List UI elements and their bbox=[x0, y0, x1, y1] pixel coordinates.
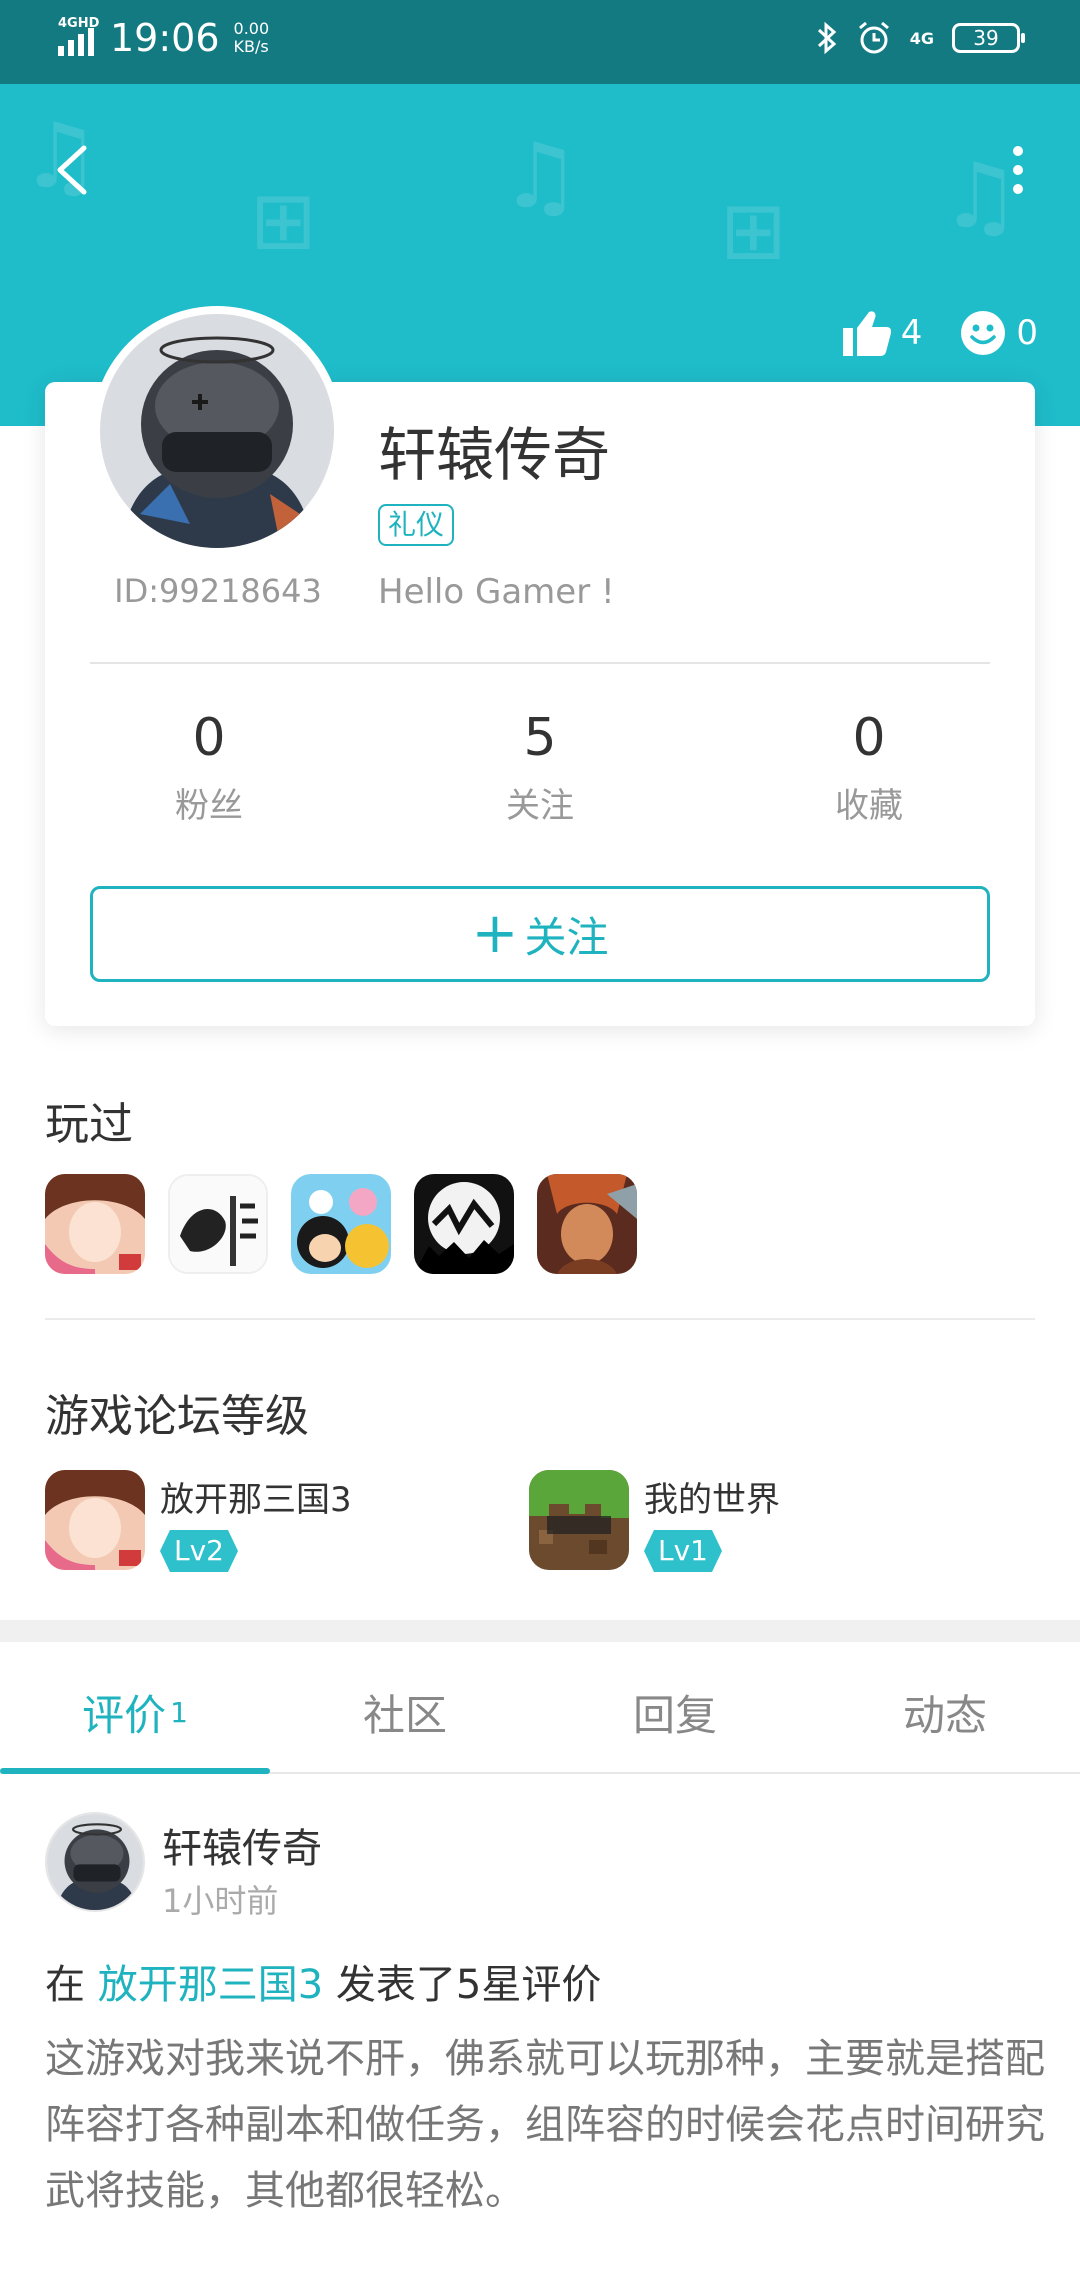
post-suffix: 发表了5星评价 bbox=[335, 1962, 602, 2008]
game-icon-warrior[interactable] bbox=[537, 1174, 637, 1274]
more-menu-button[interactable] bbox=[996, 140, 1040, 200]
stat-value: 0 bbox=[192, 708, 226, 768]
thumbs-up-icon bbox=[842, 311, 891, 356]
forum-game-icon-fangkai[interactable] bbox=[45, 1470, 145, 1570]
tab-reviews[interactable]: 评价 1 bbox=[0, 1682, 270, 1743]
tab-activity[interactable]: 动态 bbox=[810, 1682, 1080, 1743]
section-separator bbox=[0, 1620, 1080, 1642]
tab-label: 社区 bbox=[362, 1691, 447, 1740]
stat-label: 收藏 bbox=[835, 786, 903, 826]
forum-levels-title: 游戏论坛等级 bbox=[45, 1391, 309, 1442]
plus-icon: + bbox=[471, 901, 519, 966]
post-summary: 在 放开那三国3 发表了5星评价 bbox=[45, 1952, 601, 2010]
tab-community[interactable]: 社区 bbox=[270, 1682, 540, 1743]
smiley-icon bbox=[961, 311, 1006, 355]
stat-label: 关注 bbox=[506, 786, 574, 826]
post-body[interactable]: 这游戏对我来说不肝，佛系就可以玩那种，主要就是搭配阵容打各种副本和做任务，组阵容… bbox=[45, 2026, 1045, 2224]
tab-label: 评价 bbox=[82, 1691, 167, 1740]
game-icon-tsum[interactable] bbox=[291, 1174, 391, 1274]
stat-label: 粉丝 bbox=[175, 786, 243, 826]
clock: 19:06 bbox=[110, 16, 220, 60]
speed-unit: KB/s bbox=[233, 37, 269, 56]
tab-bar: 评价 1 社区 回复 动态 bbox=[0, 1642, 1080, 1774]
user-id: ID:99218643 bbox=[114, 572, 322, 610]
network-type: 4G bbox=[909, 28, 934, 48]
smile-button[interactable]: 0 bbox=[960, 310, 1038, 356]
post-time: 1小时前 bbox=[162, 1882, 279, 1920]
back-button[interactable] bbox=[46, 140, 106, 200]
speed-value: 0.00 bbox=[233, 19, 270, 38]
forum-game-name[interactable]: 我的世界 bbox=[644, 1472, 780, 1521]
forum-game-icon-minecraft[interactable] bbox=[529, 1470, 629, 1570]
tab-indicator bbox=[0, 1768, 270, 1774]
battery-icon: 39 bbox=[952, 23, 1025, 53]
signal-icon: 4GHD bbox=[58, 16, 99, 56]
smile-count: 0 bbox=[1016, 313, 1038, 353]
stat-fans[interactable]: 0 粉丝 bbox=[99, 708, 319, 827]
network-speed: 0.00 KB/s bbox=[234, 20, 270, 56]
gamepad-icon: ⊞ bbox=[250, 174, 318, 267]
divider bbox=[45, 1318, 1035, 1320]
stat-value: 5 bbox=[523, 708, 557, 768]
post-avatar[interactable] bbox=[45, 1812, 145, 1912]
status-bar: 4GHD 19:06 0.00 KB/s 4G 39 bbox=[0, 0, 1080, 84]
like-button[interactable]: 4 bbox=[842, 310, 923, 356]
stat-favorites[interactable]: 0 收藏 bbox=[759, 708, 979, 827]
gamepad-icon: ⊞ bbox=[720, 184, 788, 277]
post-prefix: 在 bbox=[45, 1962, 85, 2008]
battery-level: 39 bbox=[973, 26, 999, 50]
tab-label: 动态 bbox=[902, 1691, 987, 1740]
profile-bio: Hello Gamer ! bbox=[378, 572, 615, 612]
bluetooth-icon bbox=[817, 21, 836, 55]
network-tag: 4GHD bbox=[58, 16, 100, 31]
post-game-link[interactable]: 放开那三国3 bbox=[98, 1962, 323, 2008]
level-badge: Lv2 bbox=[160, 1530, 238, 1572]
tab-label: 回复 bbox=[632, 1691, 717, 1740]
game-icon-xiaxia[interactable] bbox=[414, 1174, 514, 1274]
divider bbox=[90, 662, 990, 664]
profile-name: 轩辕传奇 bbox=[378, 421, 611, 489]
follow-button[interactable]: + 关注 bbox=[90, 886, 990, 982]
stat-value: 0 bbox=[852, 708, 886, 768]
forum-game-name[interactable]: 放开那三国3 bbox=[160, 1472, 352, 1521]
follow-label: 关注 bbox=[524, 912, 609, 962]
level-badge: Lv1 bbox=[644, 1530, 722, 1572]
stat-following[interactable]: 5 关注 bbox=[430, 708, 650, 827]
game-icon-fangkai[interactable] bbox=[45, 1174, 145, 1274]
avatar[interactable] bbox=[100, 314, 334, 548]
game-icon-sword[interactable] bbox=[168, 1174, 268, 1274]
tab-count: 1 bbox=[170, 1696, 188, 1729]
chevron-left-icon bbox=[57, 145, 87, 195]
etiquette-badge: 礼仪 bbox=[378, 504, 455, 546]
alarm-icon bbox=[858, 21, 889, 54]
played-title: 玩过 bbox=[45, 1099, 133, 1150]
music-note-icon: ♫ bbox=[500, 124, 581, 229]
like-count: 4 bbox=[900, 313, 923, 353]
tab-replies[interactable]: 回复 bbox=[540, 1682, 810, 1743]
post-username[interactable]: 轩辕传奇 bbox=[162, 1816, 322, 1874]
